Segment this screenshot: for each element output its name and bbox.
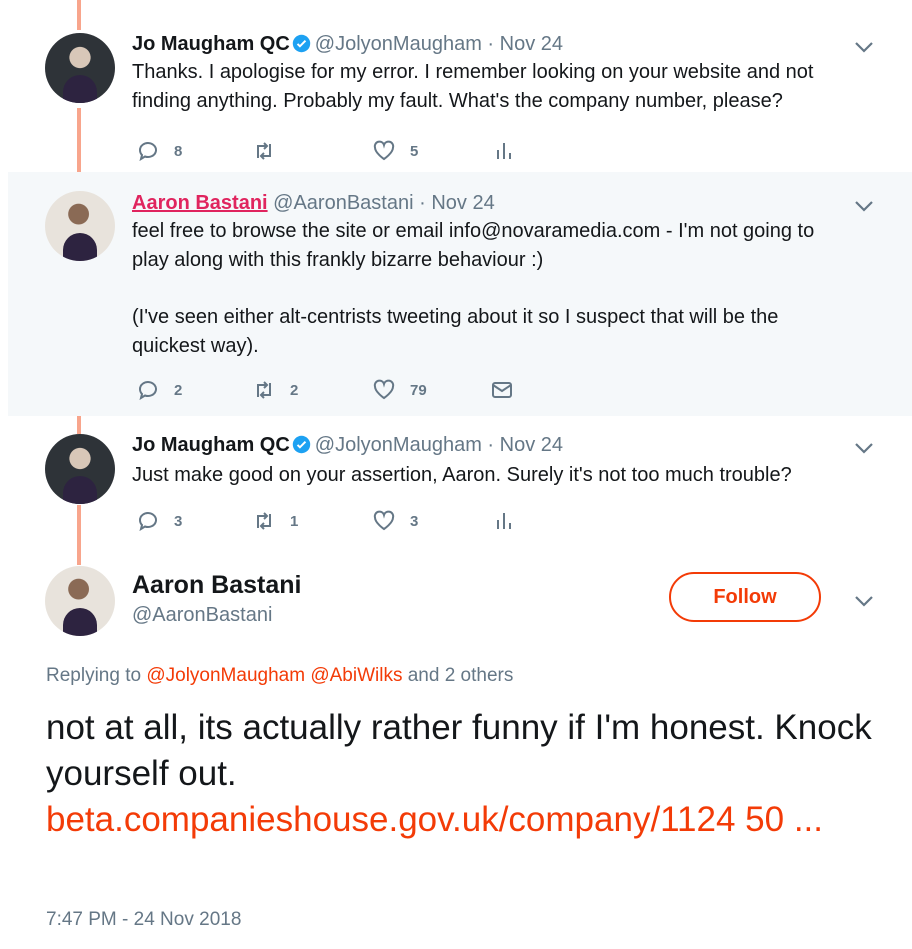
tweet-text-continued: (I've seen either alt-centrists tweeting… (132, 306, 779, 357)
follow-button[interactable]: Follow (669, 572, 821, 622)
main-timestamp[interactable]: 7:47 PM - 24 Nov 2018 (46, 909, 241, 931)
reply-icon (139, 142, 157, 162)
main-author-name[interactable]: Aaron Bastani (132, 571, 301, 600)
tweet-1[interactable]: Jo Maugham QC @JolyonMaugham · Nov 24 Tha… (0, 0, 912, 172)
analytics-icon (497, 143, 511, 159)
author-handle[interactable]: @JolyonMaugham (315, 434, 482, 456)
author-handle[interactable]: @AaronBastani (273, 192, 413, 214)
avatar[interactable] (45, 434, 115, 504)
like-button[interactable]: 79 (372, 375, 427, 405)
reply-icon (139, 512, 157, 532)
like-icon (373, 379, 395, 400)
tweet-date[interactable]: · Nov 24 (487, 33, 563, 55)
tweet-3[interactable]: Jo Maugham QC @JolyonMaugham · Nov 24 Jus… (0, 416, 912, 546)
reply-count: 8 (174, 142, 183, 160)
author-name[interactable]: Jo Maugham QC (132, 33, 290, 55)
analytics-button[interactable] (492, 136, 516, 166)
author-name[interactable]: Aaron Bastani (132, 192, 268, 214)
chevron-down-icon[interactable] (854, 441, 874, 455)
tweet-date[interactable]: · Nov 24 (487, 434, 563, 456)
main-author-handle[interactable]: @AaronBastani (132, 604, 272, 627)
reply-button[interactable]: 8 (136, 136, 182, 166)
replying-suffix[interactable]: and 2 others (408, 665, 514, 686)
retweet-icon (257, 142, 271, 160)
retweet-count: 2 (290, 381, 299, 399)
tweet-date[interactable]: · Nov 24 (419, 192, 495, 214)
tweet-text: Thanks. I apologise for my error. I reme… (132, 61, 814, 112)
chevron-down-icon[interactable] (854, 594, 874, 608)
retweet-button[interactable]: 2 (252, 375, 298, 405)
like-icon (373, 140, 395, 161)
chevron-down-icon[interactable] (854, 199, 874, 213)
like-button[interactable]: 5 (372, 136, 418, 166)
retweet-count: 1 (290, 512, 299, 530)
replying-to: Replying to @JolyonMaugham @AbiWilks and… (46, 665, 513, 687)
analytics-icon (497, 513, 511, 529)
direct-message-icon (492, 382, 512, 398)
direct-message-button[interactable] (490, 375, 514, 405)
main-avatar[interactable] (45, 566, 115, 636)
reply-count: 3 (174, 512, 183, 530)
like-count: 79 (410, 381, 427, 399)
author-handle[interactable]: @JolyonMaugham (315, 33, 482, 55)
main-tweet-body: not at all, its actually rather funny if… (46, 708, 872, 793)
main-tweet-text: not at all, its actually rather funny if… (46, 705, 876, 843)
replying-handle-1[interactable]: @JolyonMaugham (146, 665, 305, 686)
like-button[interactable]: 3 (372, 506, 418, 536)
retweet-button[interactable] (252, 136, 290, 166)
retweet-icon (257, 381, 271, 399)
avatar[interactable] (45, 33, 115, 103)
companies-house-link[interactable]: beta.companieshouse.gov.uk/company/1124 … (46, 800, 823, 839)
verified-icon (292, 34, 311, 53)
reply-icon (139, 381, 157, 401)
analytics-button[interactable] (492, 506, 516, 536)
tweet-text: feel free to browse the site or email in… (132, 220, 815, 271)
retweet-button[interactable]: 1 (252, 506, 298, 536)
like-icon (373, 510, 395, 531)
chevron-down-icon[interactable] (854, 40, 874, 54)
reply-button[interactable]: 2 (136, 375, 182, 405)
like-count: 3 (410, 512, 419, 530)
tweet-2[interactable]: Aaron Bastani @AaronBastani · Nov 24 fee… (8, 172, 912, 416)
verified-icon (292, 435, 311, 454)
reply-button[interactable]: 3 (136, 506, 182, 536)
replying-prefix: Replying to (46, 665, 142, 686)
retweet-icon (257, 512, 271, 530)
reply-count: 2 (174, 381, 183, 399)
like-count: 5 (410, 142, 419, 160)
avatar[interactable] (45, 191, 115, 261)
author-name[interactable]: Jo Maugham QC (132, 434, 290, 456)
tweet-text: Just make good on your assertion, Aaron.… (132, 464, 792, 486)
replying-handle-2[interactable]: @AbiWilks (310, 665, 402, 686)
